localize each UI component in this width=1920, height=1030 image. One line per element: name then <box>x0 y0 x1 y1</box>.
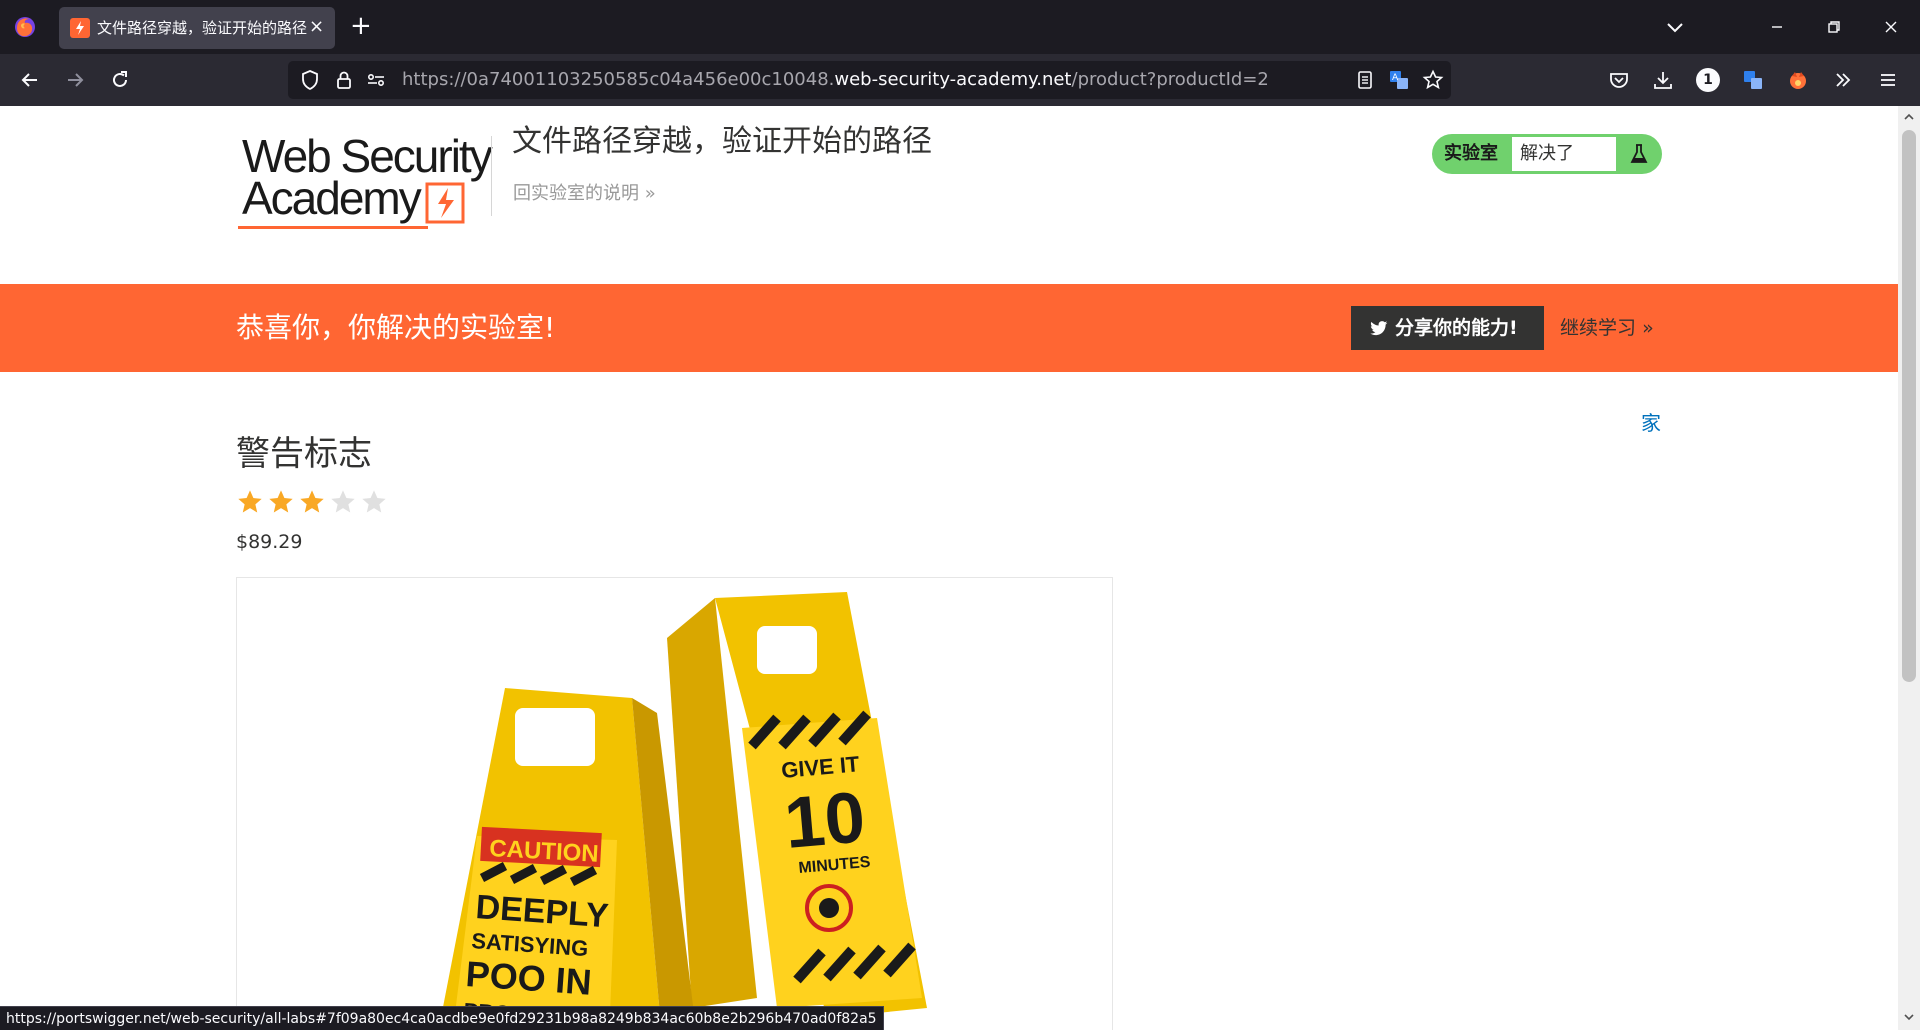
left-caution-sign: CAUTION DEEPLY SATISYING POO IN PROGRESS <box>438 688 697 1030</box>
downloads-icon[interactable] <box>1651 68 1675 92</box>
header-divider <box>491 136 492 216</box>
lab-title: 文件路径穿越，验证开始的路径 <box>512 124 932 159</box>
close-window-icon[interactable] <box>1878 14 1904 40</box>
back-to-lab-description-link[interactable]: 回实验室的说明 » <box>513 182 656 206</box>
sign-right-line2: 10 <box>781 777 868 864</box>
product-title: 警告标志 <box>236 434 372 474</box>
star-filled-icon <box>238 490 262 513</box>
back-arrow-icon[interactable] <box>17 67 43 93</box>
tab-list-chevron-icon[interactable] <box>1662 14 1688 40</box>
browser-nav-bar: https://0a74001103250585c04a456e00c10048… <box>0 54 1920 106</box>
logo-underline <box>238 226 428 229</box>
hamburger-menu-icon[interactable] <box>1876 68 1900 92</box>
url-path: /product?productId=2 <box>1071 69 1269 90</box>
page-content: Web Security Academy 文件路径穿越，验证开始的路径 回实验室… <box>0 106 1898 1030</box>
flask-icon <box>1630 144 1648 163</box>
tab-close-icon[interactable]: × <box>309 16 324 38</box>
pocket-icon[interactable] <box>1607 68 1631 92</box>
active-tab[interactable]: 文件路径穿越，验证开始的路径 × <box>59 7 335 49</box>
star-filled-icon <box>300 490 324 513</box>
lab-status-text: 解决了 <box>1520 143 1574 164</box>
tab-title: 文件路径穿越，验证开始的路径 <box>97 19 308 37</box>
reader-view-icon[interactable] <box>1353 68 1377 92</box>
logo-bolt-icon <box>425 182 465 224</box>
svg-text:A: A <box>1392 73 1399 83</box>
lock-icon[interactable] <box>332 68 356 92</box>
chevron-right-icon: » <box>1642 317 1654 339</box>
scroll-down-arrow-icon[interactable] <box>1902 1010 1916 1024</box>
url-bar[interactable]: https://0a74001103250585c04a456e00c10048… <box>288 61 1451 99</box>
congratulations-message: 恭喜你，你解决的实验室! <box>236 311 556 344</box>
link-status-url: https://portswigger.net/web-security/all… <box>0 1006 884 1030</box>
lab-status-value: 解决了 <box>1512 137 1616 171</box>
url-prefix: https://0a74001103250585c04a456e00c10048… <box>402 69 835 90</box>
web-security-academy-logo[interactable]: Web Security Academy <box>236 128 496 230</box>
translate-icon[interactable]: A <box>1387 68 1411 92</box>
extension-badge-icon[interactable]: 1 <box>1696 68 1720 92</box>
product-image: GIVE IT 10 MINUTES CAUTION DEEPLY SATISY… <box>236 577 1113 1030</box>
bookmark-star-icon[interactable] <box>1421 68 1445 92</box>
scrollbar-thumb[interactable] <box>1902 130 1916 682</box>
firefox-icon[interactable] <box>12 14 38 40</box>
lab-status-label: 实验室 <box>1444 143 1498 164</box>
sign-left-caution: CAUTION <box>489 835 600 868</box>
sign-left-line3: POO IN <box>464 953 593 1003</box>
fox-extension-icon[interactable] <box>1786 68 1810 92</box>
solved-banner: 恭喜你，你解决的实验室! 分享你的能力! 继续学习 » <box>0 284 1898 372</box>
warning-signs-illustration: GIVE IT 10 MINUTES CAUTION DEEPLY SATISY… <box>438 592 927 1030</box>
share-skills-label: 分享你的能力! <box>1395 317 1518 339</box>
minimize-icon[interactable] <box>1764 14 1790 40</box>
shield-icon[interactable] <box>298 68 322 92</box>
twitter-icon <box>1370 321 1388 336</box>
browser-tab-bar: 文件路径穿越，验证开始的路径 × + <box>0 0 1920 54</box>
share-skills-button[interactable]: 分享你的能力! <box>1351 306 1544 350</box>
new-tab-button[interactable]: + <box>350 11 372 41</box>
product-rating <box>236 488 391 516</box>
lab-favicon-icon <box>70 18 90 38</box>
continue-learning-link[interactable]: 继续学习 » <box>1560 316 1654 340</box>
permissions-icon[interactable] <box>364 68 388 92</box>
continue-learning-label: 继续学习 <box>1560 317 1637 339</box>
translate-extension-icon[interactable] <box>1741 68 1765 92</box>
forward-arrow-icon[interactable] <box>62 67 88 93</box>
product-price: $89.29 <box>236 531 303 553</box>
page-scrollbar[interactable] <box>1898 106 1920 1030</box>
chevron-right-icon: » <box>644 183 656 204</box>
logo-line-2: Academy <box>242 172 422 224</box>
star-empty-icon <box>362 490 386 513</box>
star-filled-icon <box>269 490 293 513</box>
back-link-label: 回实验室的说明 <box>513 183 639 204</box>
overflow-chevrons-icon[interactable] <box>1831 68 1855 92</box>
scroll-up-arrow-icon[interactable] <box>1902 110 1916 124</box>
star-empty-icon <box>331 490 355 513</box>
url-host: web-security-academy.net <box>834 69 1072 90</box>
home-link[interactable]: 家 <box>1641 410 1661 436</box>
right-caution-sign: GIVE IT 10 MINUTES <box>667 592 927 1018</box>
restore-icon[interactable] <box>1821 14 1847 40</box>
url-text[interactable]: https://0a74001103250585c04a456e00c10048… <box>402 70 1269 90</box>
lab-status-widget: 实验室 解决了 <box>1432 134 1662 174</box>
reload-icon[interactable] <box>107 67 133 93</box>
